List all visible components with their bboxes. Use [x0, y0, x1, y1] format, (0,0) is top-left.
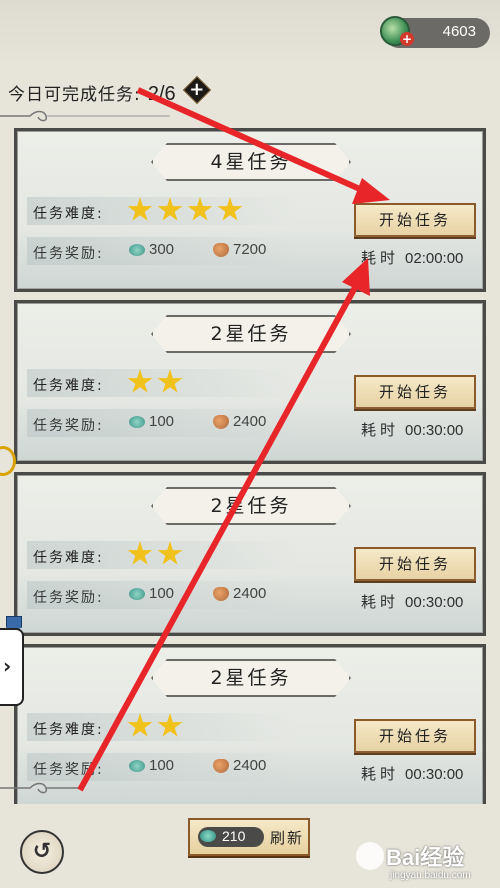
star-icon: [127, 713, 153, 737]
reward-jade-value: 100: [149, 413, 175, 430]
reward-coin: 7200: [213, 241, 266, 258]
reward-coin-value: 2400: [233, 585, 267, 602]
difficulty-stars: [127, 369, 187, 399]
time-value: 00:30:00: [405, 422, 464, 439]
coin-bag-icon: [213, 415, 229, 430]
currency-display[interactable]: + 4603: [380, 16, 490, 48]
reward-jade-value: 100: [149, 757, 175, 774]
reward-jade-value: 100: [149, 585, 175, 602]
cloud-divider-bottom-icon: [0, 782, 80, 794]
difficulty-label: 任务难度:: [33, 206, 104, 222]
refresh-cost: 210: [198, 827, 264, 847]
star-icon: [127, 369, 153, 393]
reward-jade-value: 300: [149, 241, 175, 258]
jade-icon: [129, 588, 145, 601]
reward-coin: 2400: [213, 413, 266, 430]
coin-bag-icon: [213, 759, 229, 774]
star-icon: [157, 541, 183, 565]
star-icon: [157, 197, 183, 221]
task-card: 4星任务任务难度: 任务奖励: 300 7200 开始任务耗时 02:00:00: [14, 128, 486, 292]
coin-bag-icon: [213, 587, 229, 602]
reward-label: 任务奖励:: [33, 762, 104, 778]
task-card: 2星任务任务难度: 任务奖励: 100 2400 开始任务耗时 00:30:00: [14, 472, 486, 636]
time-label: 耗时: [361, 765, 400, 783]
star-icon: [157, 369, 183, 393]
watermark-text: Bai经验: [386, 845, 465, 870]
task-title: 2星任务: [151, 659, 351, 697]
time-cost: 耗时 00:30:00: [361, 591, 463, 612]
reward-row-bg: [27, 581, 297, 609]
difficulty-label: 任务难度:: [33, 722, 104, 738]
time-label: 耗时: [361, 593, 400, 611]
reward-label: 任务奖励:: [33, 590, 104, 606]
star-icon: [157, 713, 183, 737]
back-swirl-icon: ↺: [32, 839, 52, 864]
add-task-button[interactable]: +: [185, 78, 209, 102]
star-icon: [217, 197, 243, 221]
reward-jade: 100: [129, 585, 174, 602]
side-expand-tab[interactable]: ›: [0, 628, 24, 706]
time-cost: 耗时 00:30:00: [361, 419, 463, 440]
time-cost: 耗时 00:30:00: [361, 763, 463, 784]
start-task-button[interactable]: 开始任务: [354, 719, 476, 753]
task-title: 2星任务: [151, 487, 351, 525]
add-currency-icon[interactable]: +: [400, 32, 414, 46]
star-icon: [127, 541, 153, 565]
daily-task-label: 今日可完成任务:: [8, 85, 141, 105]
reward-coin-value: 7200: [233, 241, 267, 258]
time-value: 02:00:00: [405, 250, 464, 267]
task-card: 2星任务任务难度: 任务奖励: 100 2400 开始任务耗时 00:30:00: [14, 644, 486, 804]
jade-icon: [200, 830, 216, 842]
daily-task-count: 2/6: [147, 83, 176, 105]
back-button[interactable]: ↺: [20, 830, 64, 874]
task-title: 2星任务: [151, 315, 351, 353]
time-value: 00:30:00: [405, 594, 464, 611]
reward-row-bg: [27, 753, 297, 781]
difficulty-label: 任务难度:: [33, 378, 104, 394]
start-task-button[interactable]: 开始任务: [354, 203, 476, 237]
jade-icon: [129, 244, 145, 257]
reward-row-bg: [27, 409, 297, 437]
reward-label: 任务奖励:: [33, 246, 104, 262]
difficulty-stars: [127, 197, 247, 227]
start-task-button[interactable]: 开始任务: [354, 375, 476, 409]
reward-coin: 2400: [213, 585, 266, 602]
plus-icon: +: [189, 79, 205, 100]
task-title: 4星任务: [151, 143, 351, 181]
daily-task-counter: 今日可完成任务: 2/6 +: [8, 76, 209, 105]
baidu-watermark: Bai经验 jingyan.baidu.com: [350, 836, 500, 888]
reward-jade: 300: [129, 241, 174, 258]
currency-amount: 4603: [442, 23, 476, 40]
chevron-right-icon: ›: [3, 654, 12, 678]
refresh-cost-value: 210: [222, 828, 246, 844]
reward-coin-value: 2400: [233, 413, 267, 430]
watermark-url: jingyan.baidu.com: [390, 870, 471, 881]
reward-jade: 100: [129, 413, 174, 430]
reward-row-bg: [27, 237, 297, 265]
jade-icon: [129, 416, 145, 429]
reward-label: 任务奖励:: [33, 418, 104, 434]
task-card: 2星任务任务难度: 任务奖励: 100 2400 开始任务耗时 00:30:00: [14, 300, 486, 464]
reward-jade: 100: [129, 757, 174, 774]
coin-bag-icon: [213, 243, 229, 258]
star-icon: [127, 197, 153, 221]
start-task-button[interactable]: 开始任务: [354, 547, 476, 581]
cloud-divider-icon: [0, 110, 170, 122]
reward-coin: 2400: [213, 757, 266, 774]
reward-coin-value: 2400: [233, 757, 267, 774]
time-label: 耗时: [361, 421, 400, 439]
baidu-paw-icon: [356, 842, 384, 870]
time-cost: 耗时 02:00:00: [361, 247, 463, 268]
task-list[interactable]: 4星任务 任务难度: 任务奖励: 300 7200 开始任务 耗时 02:00:00 2星任务任…: [8, 124, 492, 804]
time-value: 00:30:00: [405, 766, 464, 783]
star-icon: [187, 197, 213, 221]
jade-icon: [129, 760, 145, 773]
time-label: 耗时: [361, 249, 400, 267]
difficulty-stars: [127, 541, 187, 571]
difficulty-stars: [127, 713, 187, 743]
refresh-label: 刷新: [270, 829, 305, 847]
difficulty-label: 任务难度:: [33, 550, 104, 566]
refresh-button[interactable]: 210 刷新: [188, 818, 310, 856]
